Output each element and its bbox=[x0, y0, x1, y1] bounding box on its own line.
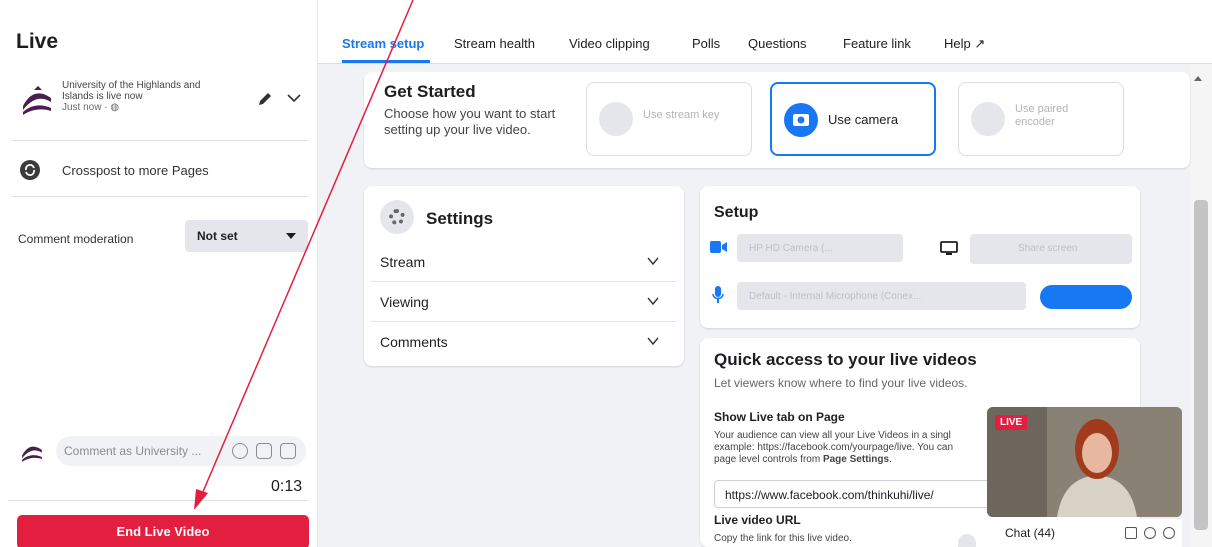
divider bbox=[8, 500, 308, 501]
divider bbox=[12, 196, 308, 197]
camera-select[interactable]: HP HD Camera (... bbox=[737, 234, 903, 262]
page-timestamp: Just now · bbox=[62, 102, 111, 113]
settings-row-label: Viewing bbox=[380, 294, 429, 310]
tab-stream-health[interactable]: Stream health bbox=[454, 36, 535, 51]
microphone-select-value: Default - Internal Microphone (Conex... bbox=[749, 291, 922, 302]
microphone-select[interactable]: Default - Internal Microphone (Conex... bbox=[737, 282, 1026, 310]
quick-access-subtitle: Let viewers know where to find your live… bbox=[714, 376, 968, 390]
scrollbar-thumb[interactable] bbox=[1194, 200, 1208, 530]
get-started-title: Get Started bbox=[384, 82, 476, 101]
comment-input[interactable]: Comment as University ... bbox=[56, 436, 306, 466]
audio-level-button[interactable] bbox=[1040, 285, 1132, 309]
comment-moderation-label: Comment moderation bbox=[18, 232, 134, 246]
live-tab-url: https://www.facebook.com/thinkuhi/live/ bbox=[725, 488, 934, 502]
chevron-down-icon bbox=[647, 337, 659, 346]
scroll-up-icon[interactable] bbox=[1194, 76, 1202, 81]
tab-video-clipping[interactable]: Video clipping bbox=[569, 36, 650, 51]
microphone-icon bbox=[712, 286, 724, 303]
tab-questions[interactable]: Questions bbox=[748, 36, 807, 51]
comment-moderation-select[interactable]: Not set bbox=[185, 220, 308, 252]
settings-gear-icon[interactable] bbox=[1163, 527, 1175, 539]
setup-title: Setup bbox=[714, 204, 759, 221]
use-stream-key-option[interactable]: Use stream key bbox=[586, 82, 752, 156]
settings-row-label: Stream bbox=[380, 254, 426, 270]
edit-icon[interactable] bbox=[1125, 527, 1137, 539]
camera-select-value: HP HD Camera (... bbox=[749, 243, 833, 254]
page-name: University of the Highlands and Islands … bbox=[62, 80, 201, 102]
live-tab-description-line: page level controls from bbox=[714, 454, 823, 465]
copy-link-icon[interactable] bbox=[958, 534, 976, 547]
live-video-url-description: Copy the link for this live video. bbox=[714, 533, 852, 544]
settings-row-stream[interactable]: Stream bbox=[370, 242, 676, 282]
chat-label: Chat (44) bbox=[1005, 526, 1056, 540]
live-video-url-heading: Live video URL bbox=[714, 513, 801, 527]
camera-preview: LIVE bbox=[987, 407, 1182, 517]
end-live-video-button[interactable]: End Live Video bbox=[17, 515, 309, 547]
left-panel: Live University of the Highlands and Isl… bbox=[0, 0, 318, 547]
monitor-icon bbox=[940, 241, 958, 255]
tab-polls[interactable]: Polls bbox=[692, 36, 720, 51]
live-tab-description-line: Your audience can view all your Live Vid… bbox=[714, 430, 951, 441]
sticker-icon[interactable] bbox=[280, 443, 296, 459]
key-icon bbox=[599, 102, 633, 136]
settings-title: Settings bbox=[426, 209, 494, 228]
tab-help[interactable]: Help ↗ bbox=[944, 36, 985, 52]
emoji-icon[interactable] bbox=[232, 443, 248, 459]
chevron-down-icon bbox=[647, 257, 659, 266]
live-timer: 0:13 bbox=[271, 478, 303, 495]
active-tab-indicator bbox=[342, 60, 430, 63]
crosspost-label: Crosspost to more Pages bbox=[62, 163, 209, 178]
panel-title: Live bbox=[16, 30, 59, 53]
page-settings-link[interactable]: Page Settings bbox=[823, 454, 889, 465]
use-stream-key-label: Use stream key bbox=[643, 109, 720, 121]
caret-down-icon bbox=[286, 233, 296, 239]
camera-icon bbox=[784, 103, 818, 137]
crosspost-icon bbox=[20, 160, 40, 180]
live-tab-url-field[interactable]: https://www.facebook.com/thinkuhi/live/ bbox=[714, 480, 994, 508]
settings-row-comments[interactable]: Comments bbox=[370, 322, 676, 362]
gear-icon bbox=[380, 200, 414, 234]
comment-moderation-value: Not set bbox=[197, 229, 238, 243]
share-screen-label: Share screen bbox=[1018, 243, 1078, 254]
encoder-icon bbox=[971, 102, 1005, 136]
gif-icon[interactable] bbox=[256, 443, 272, 459]
university-avatar-icon bbox=[22, 446, 42, 462]
share-screen-button[interactable]: Share screen bbox=[970, 234, 1132, 264]
chat-bar[interactable]: Chat (44) bbox=[987, 519, 1182, 547]
top-tab-bar: Stream setup Stream health Video clippin… bbox=[318, 0, 1212, 64]
comment-row: Comment as University ... bbox=[16, 434, 310, 466]
chevron-down-icon bbox=[647, 297, 659, 306]
use-camera-label: Use camera bbox=[828, 112, 899, 127]
video-camera-icon bbox=[710, 241, 727, 253]
tab-stream-setup[interactable]: Stream setup bbox=[342, 36, 424, 51]
university-logo-icon bbox=[23, 86, 51, 115]
live-tab-description: Your audience can view all your Live Vid… bbox=[714, 430, 1004, 466]
chevron-down-icon[interactable] bbox=[284, 88, 304, 108]
settings-row-viewing[interactable]: Viewing bbox=[370, 282, 676, 322]
use-camera-option[interactable]: Use camera bbox=[770, 82, 936, 156]
divider bbox=[12, 140, 308, 141]
quick-access-title: Quick access to your live videos bbox=[714, 350, 977, 369]
settings-row-label: Comments bbox=[380, 334, 448, 350]
page-live-status: University of the Highlands and Islands … bbox=[62, 80, 232, 113]
globe-icon: ◍ bbox=[110, 102, 120, 113]
comment-placeholder: Comment as University ... bbox=[64, 444, 202, 458]
live-tab-description-line: example: https://facebook.com/yourpage/l… bbox=[714, 442, 954, 453]
pencil-icon[interactable] bbox=[256, 90, 274, 108]
tab-feature-link[interactable]: Feature link bbox=[843, 36, 911, 51]
live-tab-heading: Show Live tab on Page bbox=[714, 410, 845, 424]
page-identity-row[interactable]: University of the Highlands and Islands … bbox=[16, 78, 308, 126]
live-badge: LIVE bbox=[995, 415, 1028, 430]
crosspost-button[interactable]: Crosspost to more Pages bbox=[16, 160, 306, 182]
live-producer-window: Live University of the Highlands and Isl… bbox=[0, 0, 1212, 547]
people-icon[interactable] bbox=[1144, 527, 1156, 539]
use-paired-encoder-label: Use paired encoder bbox=[1015, 103, 1069, 128]
use-paired-encoder-option[interactable]: Use paired encoder bbox=[958, 82, 1124, 156]
get-started-description: Choose how you want to start setting up … bbox=[384, 106, 556, 137]
